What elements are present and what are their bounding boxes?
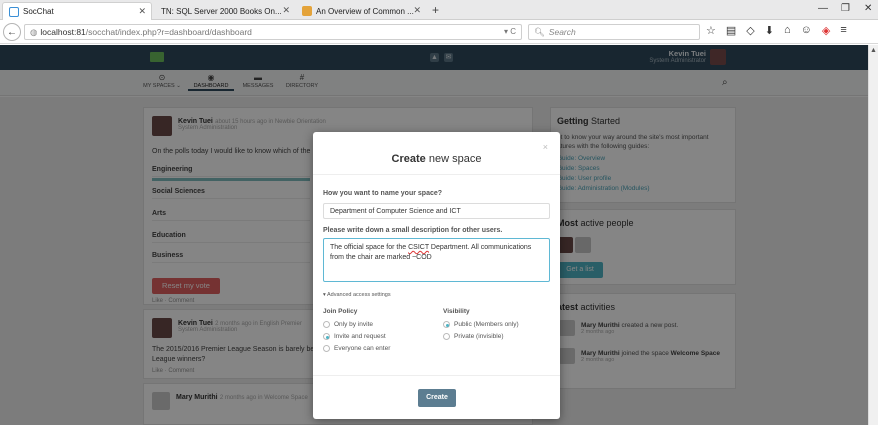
join-policy-option[interactable]: Everyone can enter xyxy=(323,345,390,352)
url-path: /socchat/index.php?r=dashboard/dashboard xyxy=(85,27,252,37)
globe-icon: ◍ xyxy=(30,26,38,37)
description-label: Please write down a small description fo… xyxy=(323,227,503,234)
minimize-icon[interactable]: — xyxy=(818,3,828,14)
bookmark-star-icon[interactable]: ☆ xyxy=(706,24,716,37)
tab-label: An Overview of Common ... xyxy=(316,6,414,16)
advanced-settings-toggle[interactable]: ▾ Advanced access settings xyxy=(323,292,391,298)
close-window-icon[interactable]: ✕ xyxy=(864,3,872,14)
shield-icon[interactable]: ◈ xyxy=(822,24,830,37)
space-name-label: How you want to name your space? xyxy=(323,190,443,197)
radio-icon xyxy=(443,333,450,340)
maximize-icon[interactable]: ❐ xyxy=(841,3,850,14)
tab-label: TN: SQL Server 2000 Books On... xyxy=(161,6,282,16)
radio-icon xyxy=(323,345,330,352)
socchat-favicon-icon xyxy=(9,6,19,17)
option-label: Public (Members only) xyxy=(454,321,519,328)
back-arrow-icon: ← xyxy=(7,26,17,38)
menu-icon[interactable]: ≡ xyxy=(840,24,846,37)
scroll-up-icon[interactable]: ▲ xyxy=(870,47,877,54)
close-tab-icon[interactable]: ✕ xyxy=(138,6,146,17)
modal-title: Create new space xyxy=(391,153,482,165)
page-scrollbar[interactable]: ▲ xyxy=(868,45,878,425)
browser-nav-bar: ← ◍ localhost:81 /socchat/index.php?r=da… xyxy=(0,20,878,44)
reload-icon[interactable]: ▾ C xyxy=(504,27,516,36)
radio-icon xyxy=(323,321,330,328)
create-space-modal: × Create new space How you want to name … xyxy=(313,132,560,419)
search-placeholder: Search xyxy=(548,27,576,37)
page-favicon-icon xyxy=(302,6,312,16)
option-label: Private (invisible) xyxy=(454,333,504,340)
option-label: Only by invite xyxy=(334,321,374,328)
description-textarea[interactable]: The official space for the CSICT Departm… xyxy=(323,238,550,282)
back-button[interactable]: ← xyxy=(3,23,21,41)
visibility-title: Visibility xyxy=(443,308,470,315)
description-text: The official space for the xyxy=(330,244,409,251)
divider xyxy=(313,375,560,376)
radio-selected-icon xyxy=(323,333,330,340)
close-icon[interactable]: × xyxy=(543,142,548,152)
visibility-option[interactable]: Private (invisible) xyxy=(443,333,504,340)
radio-selected-icon xyxy=(443,321,450,328)
chat-icon[interactable]: ☺ xyxy=(801,24,812,37)
close-tab-icon[interactable]: ✕ xyxy=(282,5,290,16)
tab-overview[interactable]: An Overview of Common ... ✕ xyxy=(296,2,426,20)
download-icon[interactable]: ⬇ xyxy=(765,24,774,37)
join-policy-option[interactable]: Only by invite xyxy=(323,321,373,328)
url-host: localhost:81 xyxy=(40,27,86,37)
description-text: CSICT xyxy=(408,244,429,251)
option-label: Everyone can enter xyxy=(334,345,391,352)
reader-icon[interactable]: ▤ xyxy=(726,24,736,37)
search-icon: 🔍︎ xyxy=(534,26,545,37)
space-name-input[interactable]: Department of Computer Science and ICT xyxy=(323,203,550,219)
tab-label: SocChat xyxy=(23,7,54,16)
create-button[interactable]: Create xyxy=(418,389,456,407)
visibility-option[interactable]: Public (Members only) xyxy=(443,321,519,328)
home-icon[interactable]: ⌂ xyxy=(784,24,791,37)
pocket-icon[interactable]: ◇ xyxy=(746,24,754,37)
divider xyxy=(313,174,560,175)
tab-socchat[interactable]: SocChat ✕ xyxy=(2,2,152,20)
join-policy-option[interactable]: Invite and request xyxy=(323,333,386,340)
browser-search-input[interactable]: 🔍︎ Search xyxy=(528,24,700,40)
option-label: Invite and request xyxy=(334,333,386,340)
browser-toolbar-icons: ☆ ▤ ◇ ⬇ ⌂ ☺ ◈ ≡ xyxy=(706,24,847,37)
new-tab-button[interactable]: + xyxy=(432,3,439,17)
url-bar[interactable]: ◍ localhost:81 /socchat/index.php?r=dash… xyxy=(24,24,522,40)
tab-sql-server[interactable]: TN: SQL Server 2000 Books On... ✕ xyxy=(155,2,295,20)
join-policy-title: Join Policy xyxy=(323,308,358,315)
close-tab-icon[interactable]: ✕ xyxy=(413,5,421,16)
browser-tab-bar: SocChat ✕ TN: SQL Server 2000 Books On..… xyxy=(0,0,878,20)
